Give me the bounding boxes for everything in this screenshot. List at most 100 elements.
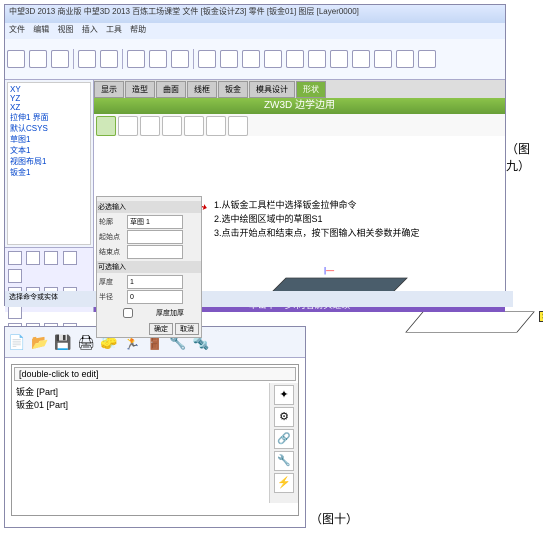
feature-tree[interactable]: XY YZ XZ 拉伸1 界面 默认CSYS 草图1 文本1 视图布局1 钣金1 xyxy=(7,82,91,245)
menu-help[interactable]: 帮助 xyxy=(130,25,146,34)
tree-item[interactable]: XY xyxy=(10,85,88,94)
list-header[interactable]: [double-click to edit] xyxy=(14,367,296,381)
left-panel: XY YZ XZ 拉伸1 界面 默认CSYS 草图1 文本1 视图布局1 钣金1 xyxy=(5,80,94,312)
ok-button[interactable]: 确定 xyxy=(149,323,173,335)
tool-icon[interactable] xyxy=(242,50,260,68)
tool-icon[interactable] xyxy=(352,50,370,68)
menu-tools[interactable]: 工具 xyxy=(106,25,122,34)
new-icon[interactable] xyxy=(7,50,25,68)
tool-icon[interactable] xyxy=(418,50,436,68)
input-profile[interactable] xyxy=(127,215,183,229)
tab-shape[interactable]: 形状 xyxy=(296,81,326,98)
tool-icon[interactable] xyxy=(308,50,326,68)
undo-icon[interactable] xyxy=(78,50,96,68)
menu-insert[interactable]: 插入 xyxy=(82,25,98,34)
tool-icon[interactable] xyxy=(206,116,226,136)
extrude-icon[interactable] xyxy=(96,116,116,136)
redo-icon[interactable] xyxy=(100,50,118,68)
tool-icon[interactable] xyxy=(140,116,160,136)
s1-label: S1 xyxy=(539,311,543,322)
tab-sheetmetal[interactable]: 钣金 xyxy=(218,81,248,98)
property-panel: 必选输入 轮廓 起始点 结束点 可选输入 厚度 半径 厚度加厚 确定 取消 xyxy=(96,196,202,338)
instruction-3: 3.点击开始点和结束点，按下图输入相关参数并确定 xyxy=(214,226,420,240)
caption-figure-10: （图十） xyxy=(310,510,358,527)
tool-icon[interactable] xyxy=(374,50,392,68)
tool-icon[interactable] xyxy=(118,116,138,136)
tree-item[interactable]: 文本1 xyxy=(10,145,88,156)
input-thickness[interactable] xyxy=(127,275,183,289)
tree-item[interactable]: YZ xyxy=(10,94,88,103)
cut-icon[interactable] xyxy=(127,50,145,68)
tool-icon[interactable] xyxy=(162,116,182,136)
print-icon[interactable]: 🖨 xyxy=(76,332,96,352)
menu-bar: 文件 编辑 视图 插入 工具 帮助 xyxy=(5,23,505,39)
tree-item[interactable]: 拉伸1 界面 xyxy=(10,112,88,123)
mini-tool-icon[interactable] xyxy=(8,251,22,265)
part-list-box: [double-click to edit] 钣金 [Part] 钣金01 [P… xyxy=(11,364,299,516)
mini-tool-icon[interactable] xyxy=(26,251,40,265)
tree-item[interactable]: XZ xyxy=(10,103,88,112)
tool-icon[interactable] xyxy=(264,50,282,68)
open-icon[interactable]: 📂 xyxy=(30,332,50,352)
right-toolbar: ✦ ⚙ 🔗 🔧 ⚡ xyxy=(269,383,298,503)
input-end[interactable] xyxy=(127,245,183,259)
tab-model[interactable]: 造型 xyxy=(125,81,155,98)
mini-tool-icon[interactable] xyxy=(44,251,58,265)
menu-file[interactable]: 文件 xyxy=(9,25,25,34)
input-radius[interactable] xyxy=(127,290,183,304)
tree-item[interactable]: 钣金1 xyxy=(10,167,88,178)
tool-icon[interactable]: 🔗 xyxy=(274,429,294,449)
instruction-1: 1.从钣金工具栏中选择钣金拉伸命令 xyxy=(214,198,420,212)
save-icon[interactable] xyxy=(51,50,69,68)
label-radius: 半径 xyxy=(99,292,127,302)
tree-item[interactable]: 草图1 xyxy=(10,134,88,145)
axis-triad: |— xyxy=(324,266,334,275)
tree-item[interactable]: 默认CSYS xyxy=(10,123,88,134)
tool-icon[interactable] xyxy=(198,50,216,68)
input-start[interactable] xyxy=(127,230,183,244)
viewport[interactable]: ➘ 1.从钣金工具栏中选择钣金拉伸命令 2.选中绘图区域中的草图S1 3.点击开… xyxy=(94,136,505,296)
new-icon[interactable]: 📄 xyxy=(7,332,27,352)
figure-ten-screenshot: 📄 📂 💾 🖨 🧽 🏃 🚪 🔧 🔩 [double-click to edit]… xyxy=(4,326,306,528)
menu-view[interactable]: 视图 xyxy=(57,25,73,34)
part-list[interactable]: 钣金 [Part] 钣金01 [Part] xyxy=(12,383,269,503)
mini-tool-icon[interactable] xyxy=(8,305,22,319)
open-icon[interactable] xyxy=(29,50,47,68)
save-icon[interactable]: 💾 xyxy=(53,332,73,352)
label-thickness: 厚度 xyxy=(99,277,127,287)
prop-header-required: 必选输入 xyxy=(97,201,201,213)
paste-icon[interactable] xyxy=(171,50,189,68)
tool-icon[interactable] xyxy=(396,50,414,68)
label-start: 起始点 xyxy=(99,232,127,242)
menu-edit[interactable]: 编辑 xyxy=(33,25,49,34)
tool-icon[interactable] xyxy=(286,50,304,68)
figure-nine-screenshot: 中望3D 2013 商业版 中望3D 2013 百炼工场课堂 文件 [钣金设计Z… xyxy=(4,4,506,306)
caption-figure-9: （图九） xyxy=(506,140,543,174)
tab-display[interactable]: 显示 xyxy=(94,81,124,98)
list-item[interactable]: 钣金 [Part] xyxy=(16,385,265,398)
tool-icon[interactable]: ✦ xyxy=(274,385,294,405)
list-item[interactable]: 钣金01 [Part] xyxy=(16,398,265,411)
label-thicken: 厚度加厚 xyxy=(156,308,184,318)
mini-tool-icon[interactable] xyxy=(63,251,77,265)
tab-wire[interactable]: 线框 xyxy=(187,81,217,98)
copy-icon[interactable] xyxy=(149,50,167,68)
tab-surface[interactable]: 曲面 xyxy=(156,81,186,98)
sketch-outline xyxy=(405,312,535,333)
tutorial-title: ZW3D 边学边用 xyxy=(94,98,505,114)
tool-icon[interactable]: 🔧 xyxy=(274,451,294,471)
tool-icon[interactable]: ⚡ xyxy=(274,473,294,493)
tool-icon[interactable] xyxy=(330,50,348,68)
tool-icon[interactable]: ⚙ xyxy=(274,407,294,427)
tool-icon[interactable] xyxy=(220,50,238,68)
instruction-2: 2.选中绘图区域中的草图S1 xyxy=(214,212,420,226)
mini-tool-icon[interactable] xyxy=(8,269,22,283)
tab-mold[interactable]: 模具设计 xyxy=(249,81,295,98)
ribbon-toolbar xyxy=(5,39,505,80)
tool-icon[interactable] xyxy=(228,116,248,136)
cancel-button[interactable]: 取消 xyxy=(175,323,199,335)
tool-icon[interactable] xyxy=(184,116,204,136)
checkbox-thicken[interactable] xyxy=(103,308,153,318)
tree-item[interactable]: 视图布局1 xyxy=(10,156,88,167)
instructions: 1.从钣金工具栏中选择钣金拉伸命令 2.选中绘图区域中的草图S1 3.点击开始点… xyxy=(214,198,420,240)
